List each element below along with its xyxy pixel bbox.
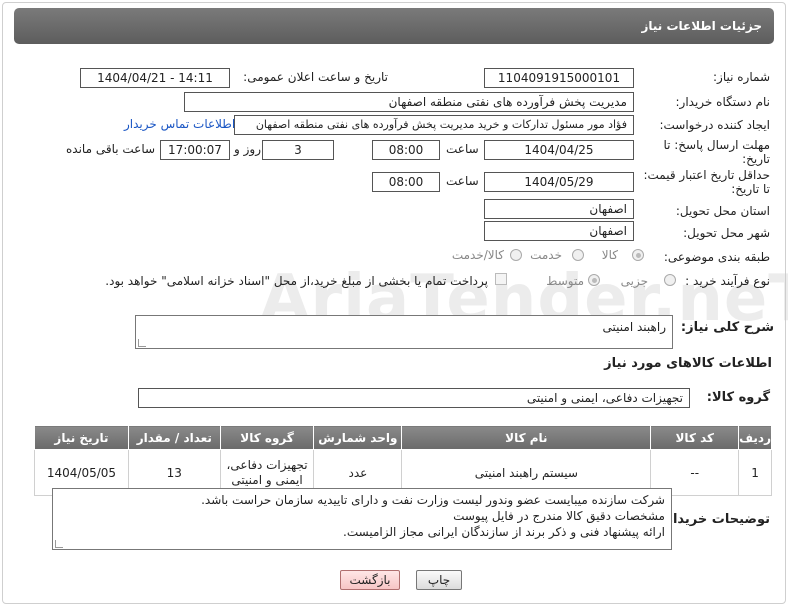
delivery-province-label: استان محل تحویل: — [675, 204, 770, 218]
cell-row: 1 — [738, 449, 772, 496]
description-label: شرح کلی نیاز: — [680, 320, 774, 335]
requester-label: ایجاد کننده درخواست: — [659, 118, 770, 132]
items-table: ردیف کد کالا نام کالا واحد شمارش گروه کا… — [34, 425, 772, 496]
col-qty: تعداد / مقدار — [127, 425, 221, 450]
page-title: جزئیات اطلاعات نیاز — [14, 8, 774, 44]
announce-datetime-label: تاریخ و ساعت اعلان عمومی: — [243, 70, 388, 84]
category-radio-goods-service[interactable] — [510, 249, 522, 261]
reply-date-field: 1404/04/25 — [484, 140, 634, 160]
col-unit: واحد شمارش — [313, 425, 403, 450]
goods-group-label: گروه کالا: — [706, 390, 770, 405]
need-number-label: شماره نیاز: — [713, 70, 770, 84]
process-radio-medium[interactable] — [588, 274, 600, 286]
price-validity-time-label: ساعت — [446, 174, 479, 188]
buyer-notes-label: توضیحات خریدار: — [660, 512, 770, 527]
category-option-goods: کالا — [601, 248, 618, 262]
reply-days-label: روز و — [234, 142, 261, 156]
cell-group-line2: ایمنی و امنیتی — [231, 472, 303, 487]
category-radio-service[interactable] — [572, 249, 584, 261]
goods-section-title: اطلاعات کالاهای مورد نیاز — [604, 356, 772, 371]
col-code: کد کالا — [650, 425, 740, 450]
buyer-org-field: مدیریت پخش فرآورده های نفتی منطقه اصفهان — [184, 92, 634, 112]
col-group: گروه کالا — [219, 425, 315, 450]
reply-deadline-label-2: تاریخ: — [742, 152, 770, 166]
treasury-payment-checkbox[interactable] — [495, 273, 507, 285]
cell-group-line1: تجهیزات دفاعی، — [226, 457, 308, 472]
buyer-notes-textarea: شرکت سازنده میبایست عضو وندور لیست وزارت… — [52, 488, 672, 550]
reply-time-label: ساعت — [446, 142, 479, 156]
resize-grip-icon[interactable] — [55, 540, 63, 548]
process-type-label: نوع فرآیند خرید : — [685, 274, 770, 288]
table-header-row: ردیف کد کالا نام کالا واحد شمارش گروه کا… — [34, 425, 772, 450]
process-option-medium: متوسط — [546, 274, 584, 288]
buyer-note-line: شرکت سازنده میبایست عضو وندور لیست وزارت… — [201, 493, 665, 507]
need-number-field: 1104091915000101 — [484, 68, 634, 88]
treasury-payment-note: پرداخت تمام یا بخشی از مبلغ خرید،از محل … — [105, 274, 488, 288]
remaining-time-field: 17:00:07 — [160, 140, 230, 160]
category-option-service: خدمت — [530, 248, 562, 262]
back-button[interactable]: بازگشت — [340, 570, 400, 590]
category-radio-goods[interactable] — [632, 249, 644, 261]
price-validity-label: حداقل تاریخ اعتبار قیمت: — [643, 168, 770, 182]
buyer-contact-link[interactable]: اطلاعات تماس خریدار — [124, 117, 235, 131]
remaining-time-label: ساعت باقی مانده — [66, 142, 156, 156]
print-button[interactable]: چاپ — [416, 570, 462, 590]
delivery-city-label: شهر محل تحویل: — [683, 226, 770, 240]
goods-group-field: تجهیزات دفاعی، ایمنی و امنیتی — [138, 388, 690, 408]
col-row: ردیف — [738, 425, 772, 450]
resize-grip-icon[interactable] — [138, 339, 146, 347]
process-radio-minor[interactable] — [664, 274, 676, 286]
buyer-note-line: مشخصات دقیق کالا مندرج در فایل پیوست — [453, 509, 665, 523]
announce-datetime-field: 1404/04/21 - 14:11 — [80, 68, 230, 88]
price-validity-date-field: 1404/05/29 — [484, 172, 634, 192]
process-option-minor: جزیی — [620, 274, 648, 288]
col-name: نام کالا — [401, 425, 652, 450]
category-label: طبقه بندی موضوعی: — [663, 250, 770, 264]
delivery-province-field: اصفهان — [484, 199, 634, 219]
buyer-note-line: ارائه پیشنهاد فنی و ذکر برند از سازندگان… — [343, 525, 665, 539]
category-option-goods-service: کالا/خدمت — [451, 248, 504, 262]
description-text: راهبند امنیتی — [602, 320, 666, 334]
delivery-city-field: اصفهان — [484, 221, 634, 241]
col-date: تاریخ نیاز — [34, 425, 129, 450]
buyer-org-label: نام دستگاه خریدار: — [675, 95, 771, 109]
reply-time-field: 08:00 — [372, 140, 440, 160]
price-validity-label-2: تا تاریخ: — [731, 182, 770, 196]
description-textarea: راهبند امنیتی — [135, 315, 673, 349]
price-validity-time-field: 08:00 — [372, 172, 440, 192]
requester-field: فؤاد مور مسئول تدارکات و خرید مدیریت پخش… — [234, 115, 634, 135]
reply-days-field: 3 — [262, 140, 334, 160]
reply-deadline-label: مهلت ارسال پاسخ: تا — [663, 138, 770, 152]
